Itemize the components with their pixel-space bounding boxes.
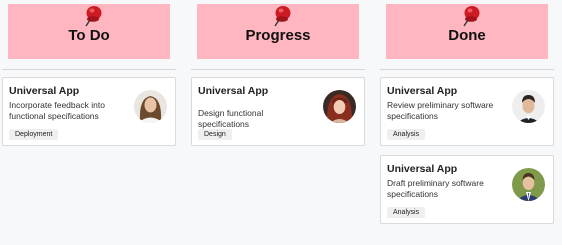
card-tag: Analysis <box>387 207 426 218</box>
pushpin-icon <box>463 6 480 27</box>
card-title: Universal App <box>9 85 80 97</box>
card-description: Review preliminary software specificatio… <box>387 100 494 121</box>
card-title: Universal App <box>387 85 458 97</box>
task-card[interactable]: Universal App Review preliminary softwar… <box>380 77 554 146</box>
card-title: Universal App <box>198 85 269 97</box>
card-tag: Analysis <box>387 129 426 140</box>
column-title: Done <box>448 27 486 44</box>
column-title: To Do <box>68 27 110 44</box>
column-title: Progress <box>245 27 311 44</box>
pushpin-icon <box>85 6 102 27</box>
card-tag: Design <box>198 129 232 140</box>
card-description: Incorporate feedback into functional spe… <box>9 100 105 121</box>
column-header-done: Done <box>386 4 548 59</box>
card-description: Design functional specifications <box>198 108 264 129</box>
card-tag: Deployment <box>9 129 59 140</box>
task-card[interactable]: Universal App Draft preliminary software… <box>380 155 554 224</box>
man-suit-avatar <box>512 168 545 201</box>
column-divider <box>2 69 176 70</box>
man-dark-hair-avatar <box>512 90 545 123</box>
pushpin-icon <box>274 6 291 27</box>
task-card[interactable]: Universal App Incorporate feedback into … <box>2 77 176 146</box>
woman-smiling-avatar <box>134 90 167 123</box>
woman-red-hair-avatar <box>323 90 356 123</box>
column-divider <box>191 69 365 70</box>
task-card[interactable]: Universal App Design functional specific… <box>191 77 365 146</box>
column-header-todo: To Do <box>8 4 170 59</box>
card-title: Universal App <box>387 163 458 175</box>
column-divider <box>380 69 554 70</box>
column-header-progress: Progress <box>197 4 359 59</box>
card-description: Draft preliminary software specification… <box>387 178 484 199</box>
